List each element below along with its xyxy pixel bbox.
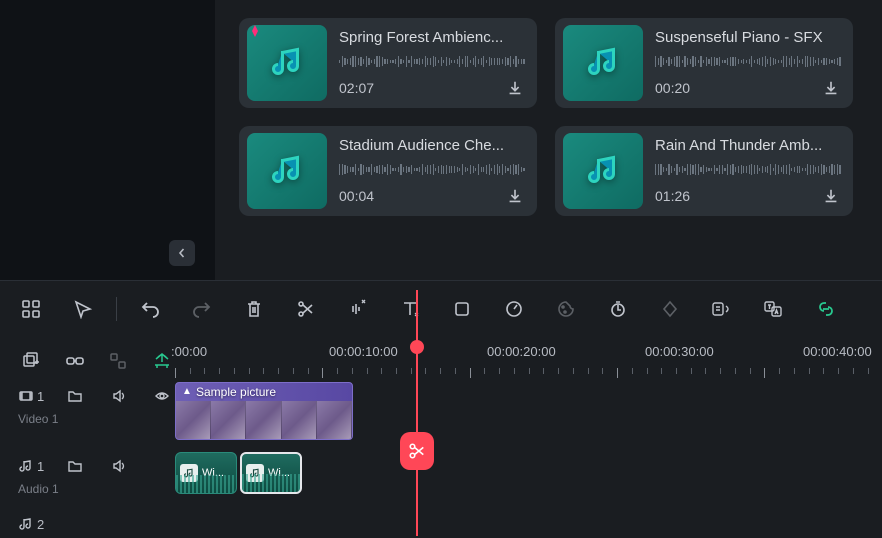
color-button[interactable]	[553, 296, 579, 322]
keyframe-button[interactable]	[657, 296, 683, 322]
audio-track-number: 1	[37, 459, 44, 474]
ruler-label: 00:00:20:00	[487, 344, 556, 359]
media-card[interactable]: Suspenseful Piano - SFX 00:20	[555, 18, 853, 108]
text-button[interactable]	[397, 296, 423, 322]
sidebar-collapse-button[interactable]	[169, 240, 195, 266]
audio-track-icon: 2	[18, 516, 44, 532]
waveform	[339, 162, 525, 178]
ruler-label: 00:00:30:00	[645, 344, 714, 359]
media-grid: 00:0200:04Spring Forest Ambienc...02:07S…	[215, 0, 882, 280]
media-thumbnail	[247, 133, 327, 209]
media-duration: 01:26	[655, 188, 690, 204]
media-title: Rain And Thunder Amb...	[655, 137, 825, 154]
download-button[interactable]	[505, 78, 525, 98]
cursor-select-icon[interactable]	[70, 296, 96, 322]
timeline: :00:00 00:00:10:00 00:00:20:00 00:00:30:00 0…	[0, 336, 882, 536]
waveform	[339, 54, 525, 70]
media-duration: 02:07	[339, 80, 374, 96]
video-track-number: 1	[37, 389, 44, 404]
waveform	[655, 162, 841, 178]
media-title: Spring Forest Ambienc...	[339, 29, 509, 46]
crop-button[interactable]	[449, 296, 475, 322]
audio-clip[interactable]: Wi...	[240, 452, 302, 494]
audio-track-icon: 1	[18, 458, 44, 474]
playhead[interactable]	[416, 290, 418, 536]
group-button[interactable]	[106, 348, 132, 374]
redo-button[interactable]	[189, 296, 215, 322]
media-thumbnail	[247, 25, 327, 101]
download-button[interactable]	[505, 186, 525, 206]
audio-detach-button[interactable]	[345, 296, 371, 322]
timer-button[interactable]	[605, 296, 631, 322]
media-title: Stadium Audience Che...	[339, 137, 509, 154]
link-track-button[interactable]	[62, 348, 88, 374]
text-to-speech-button[interactable]	[709, 296, 735, 322]
media-card[interactable]: Stadium Audience Che... 00:04	[239, 126, 537, 216]
download-button[interactable]	[821, 186, 841, 206]
folder-icon[interactable]	[62, 453, 88, 479]
mute-icon[interactable]	[106, 453, 132, 479]
extra-track-number: 2	[37, 517, 44, 532]
media-card[interactable]: Spring Forest Ambienc... 02:07	[239, 18, 537, 108]
add-track-button[interactable]	[18, 348, 44, 374]
media-thumbnail	[563, 133, 643, 209]
visibility-icon[interactable]	[149, 383, 175, 409]
folder-icon[interactable]	[62, 383, 88, 409]
media-title: Suspenseful Piano - SFX	[655, 29, 825, 46]
download-button[interactable]	[821, 78, 841, 98]
speed-button[interactable]	[501, 296, 527, 322]
undo-button[interactable]	[137, 296, 163, 322]
audio-clip[interactable]: Wi...	[175, 452, 237, 494]
scissor-handle[interactable]	[400, 432, 434, 470]
translate-button[interactable]	[761, 296, 787, 322]
link-button[interactable]	[813, 296, 839, 322]
media-thumbnail	[563, 25, 643, 101]
premium-badge-icon	[245, 23, 265, 43]
media-card[interactable]: Rain And Thunder Amb... 01:26	[555, 126, 853, 216]
split-button[interactable]	[293, 296, 319, 322]
mute-icon[interactable]	[106, 383, 132, 409]
toolbar	[0, 280, 882, 336]
ruler[interactable]: :00:0000:00:10:0000:00:20:0000:00:30:000…	[175, 344, 882, 378]
audio-track-label: Audio 1	[0, 482, 175, 496]
layout-grid-icon[interactable]	[18, 296, 44, 322]
ruler-label: :00:00	[171, 344, 207, 359]
video-clip[interactable]: ▲ Sample picture	[175, 382, 353, 440]
video-track-icon: 1	[18, 388, 44, 404]
ruler-label: 00:00:40:00	[803, 344, 872, 359]
delete-button[interactable]	[241, 296, 267, 322]
video-clip-title: Sample picture	[196, 385, 276, 399]
media-duration: 00:04	[339, 188, 374, 204]
ruler-label: 00:00:10:00	[329, 344, 398, 359]
sidebar	[0, 0, 215, 280]
media-duration: 00:20	[655, 80, 690, 96]
clip-arrow-icon: ▲	[182, 386, 192, 397]
video-track-label: Video 1	[0, 412, 175, 426]
waveform	[655, 54, 841, 70]
